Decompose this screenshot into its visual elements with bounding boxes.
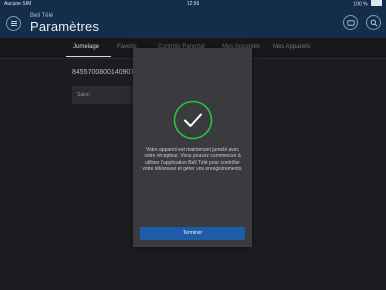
clock: 12:56 bbox=[186, 1, 200, 7]
tab-jumelage[interactable]: Jumelage bbox=[73, 44, 99, 50]
search-icon[interactable] bbox=[366, 15, 381, 30]
done-button[interactable]: Terminer bbox=[140, 227, 245, 240]
app-header: Bell Télé Paramètres bbox=[0, 8, 386, 38]
page-title: Paramètres bbox=[30, 19, 100, 34]
room-selector[interactable]: Salon bbox=[72, 86, 137, 104]
battery-percent: 100 % bbox=[353, 1, 368, 8]
tab-mes-appareils-2[interactable]: Mes Appareils bbox=[273, 44, 311, 50]
active-tab-indicator bbox=[66, 56, 111, 57]
checkmark-circle-icon bbox=[173, 100, 213, 140]
battery-indicator: 100 % bbox=[353, 0, 382, 8]
hamburger-menu-icon[interactable] bbox=[6, 16, 21, 31]
tablet-icon[interactable] bbox=[343, 15, 358, 30]
receiver-id: 8455700800140907 bbox=[72, 69, 135, 76]
success-message: Votre appareil est maintenant jumelé ave… bbox=[142, 147, 243, 173]
battery-icon bbox=[371, 0, 382, 6]
room-label: Salon bbox=[77, 92, 90, 98]
pairing-success-dialog: Votre appareil est maintenant jumelé ave… bbox=[133, 48, 252, 247]
status-bar: Aucune SIM 12:56 100 % bbox=[0, 0, 386, 8]
